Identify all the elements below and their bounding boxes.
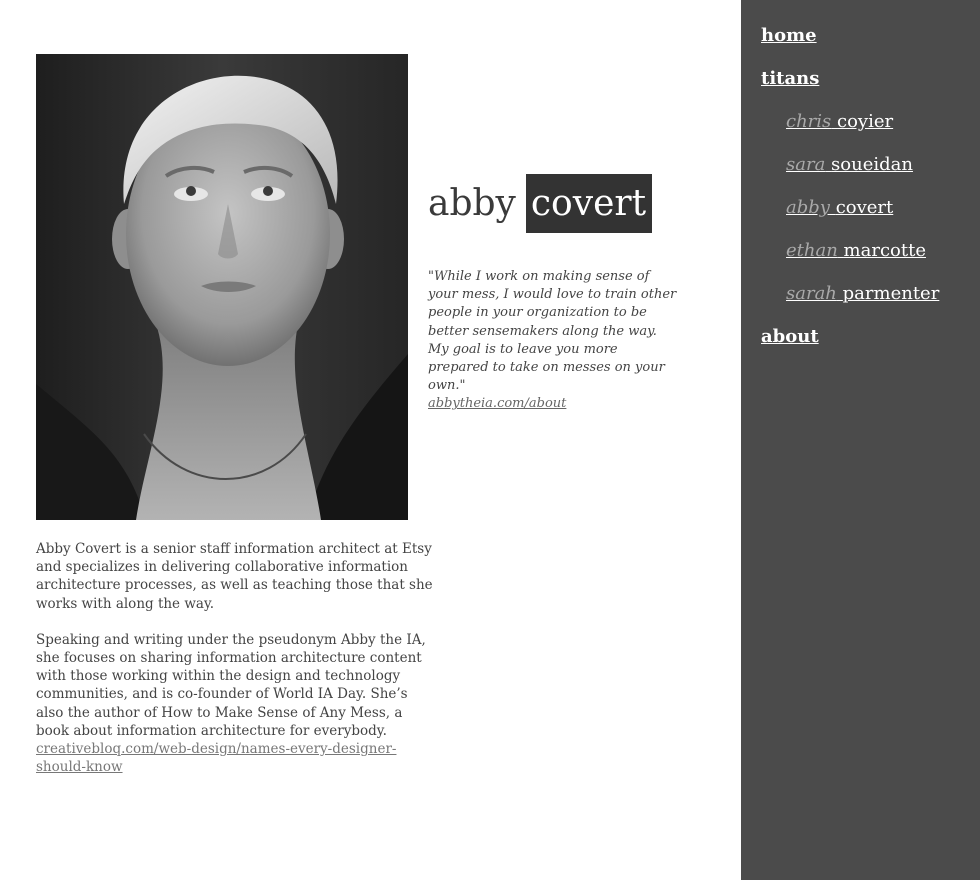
titan-last-name: coyier bbox=[837, 111, 894, 132]
profile-quote-text: "While I work on making sense of your me… bbox=[428, 269, 677, 394]
sidebar-nav: home titans chris coyier sara soueidan a… bbox=[741, 0, 980, 880]
page: abby covert "While I work on making sense… bbox=[0, 0, 980, 880]
nav-titan-sara-soueidan[interactable]: sara soueidan bbox=[786, 153, 913, 177]
profile-quote: "While I work on making sense of your me… bbox=[428, 268, 680, 414]
profile-first-name: abby bbox=[428, 183, 516, 224]
nav-titans-link[interactable]: titans bbox=[761, 67, 819, 91]
titan-last-name: parmenter bbox=[842, 283, 940, 304]
bio-source-link[interactable]: creativebloq.com/web-design/names-every-… bbox=[36, 740, 434, 776]
titan-first-name: sara bbox=[786, 154, 826, 175]
titan-first-name: abby bbox=[786, 197, 830, 218]
titan-first-name: chris bbox=[786, 111, 832, 132]
main-content: abby covert "While I work on making sense… bbox=[0, 0, 741, 880]
nav-titan-sarah-parmenter[interactable]: sarah parmenter bbox=[786, 282, 939, 306]
profile-last-name: covert bbox=[525, 174, 653, 233]
titan-first-name: sarah bbox=[786, 283, 837, 304]
titan-last-name: marcotte bbox=[843, 240, 926, 261]
nav-titan-ethan-marcotte[interactable]: ethan marcotte bbox=[786, 239, 926, 263]
bio-paragraph: Speaking and writing under the pseudonym… bbox=[36, 631, 426, 739]
bio-paragraph: Abby Covert is a senior staff informatio… bbox=[36, 541, 433, 612]
nav-titan-abby-covert[interactable]: abby covert bbox=[786, 196, 893, 220]
portrait-photo bbox=[36, 54, 408, 520]
titan-first-name: ethan bbox=[786, 240, 838, 261]
titan-last-name: soueidan bbox=[831, 154, 913, 175]
profile-bio: Abby Covert is a senior staff informatio… bbox=[36, 540, 434, 776]
nav-titan-chris-coyier[interactable]: chris coyier bbox=[786, 110, 893, 134]
profile-quote-source-link[interactable]: abbytheia.com/about bbox=[428, 395, 680, 413]
nav-about-link[interactable]: about bbox=[761, 325, 819, 349]
titan-last-name: covert bbox=[835, 197, 894, 218]
profile-name-heading: abby covert bbox=[428, 174, 653, 233]
nav-home-link[interactable]: home bbox=[761, 24, 817, 48]
